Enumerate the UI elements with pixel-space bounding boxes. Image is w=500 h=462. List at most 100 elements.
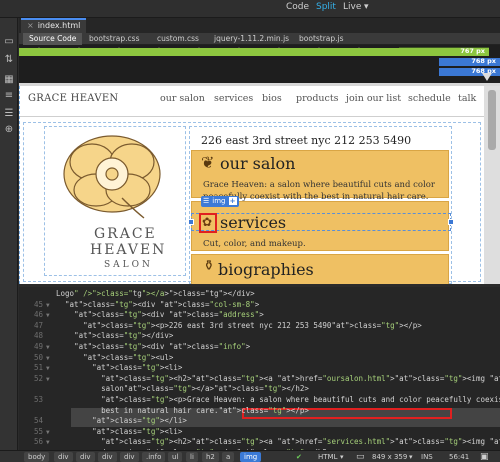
related-file-jquery[interactable]: jquery-1.11.2.min.js	[214, 34, 289, 43]
hud-menu-icon[interactable]: ☰	[203, 197, 209, 205]
insert-mode[interactable]: INS	[421, 452, 433, 462]
nav-schedule[interactable]: schedule	[408, 93, 451, 104]
breadcrumb-div-2[interactable]: div	[76, 452, 95, 462]
nav-divider	[20, 116, 484, 117]
related-file-bootstrap-js[interactable]: bootstrap.js	[299, 34, 344, 43]
code-view-button[interactable]: Code	[286, 2, 309, 12]
format-icon[interactable]: ≡	[3, 90, 15, 102]
hud-tag-label: img	[212, 197, 226, 205]
align-icon[interactable]: ☰	[3, 108, 15, 120]
line-number: 50	[33, 352, 43, 362]
code-line[interactable]: "at">class="tg"><h2>"at">class="tg"><a "…	[56, 374, 500, 383]
media-bar-768-a[interactable]: 768 px	[439, 57, 500, 66]
code-line[interactable]: best in natural hair care."at">class="tg…	[56, 406, 309, 415]
target-icon[interactable]: ⊕	[3, 124, 15, 136]
window-size[interactable]: 849 x 359	[372, 452, 407, 462]
panel-title-biographies[interactable]: biographies	[218, 260, 314, 279]
breadcrumb-h2[interactable]: h2	[202, 452, 219, 462]
fold-toggle-icon[interactable]: ▼	[46, 439, 50, 446]
nav-join-our-list[interactable]: join our list	[346, 93, 401, 104]
fold-toggle-icon[interactable]: ▼	[46, 312, 50, 319]
fold-toggle-icon[interactable]: ▼	[46, 344, 50, 351]
code-line[interactable]: "at">class="tg"><p>Grace Heaven: a salon…	[56, 395, 500, 404]
check-circle-icon: ✔	[296, 453, 302, 461]
panel-biographies[interactable]: ⚱ biographies	[191, 254, 449, 284]
panel-title-our-salon[interactable]: our salon	[220, 154, 295, 173]
line-number: 48	[33, 331, 43, 341]
line-number: 46	[33, 310, 43, 320]
fold-toggle-icon[interactable]: ▼	[46, 355, 50, 362]
breadcrumb-div-3[interactable]: div	[98, 452, 117, 462]
logo-text-heaven: HEAVEN	[90, 242, 167, 258]
nav-bios[interactable]: bios	[262, 93, 282, 104]
scrollbar-thumb[interactable]	[488, 90, 496, 150]
live-view-scrollbar[interactable]	[484, 86, 500, 284]
breadcrumb-div-1[interactable]: div	[54, 452, 73, 462]
line-number: 49	[33, 342, 43, 351]
code-line[interactable]: "at">class="tg"><div "at">class="address…	[56, 310, 264, 319]
breadcrumb-li[interactable]: li	[186, 452, 198, 462]
selected-image-highlight[interactable]: ✿	[199, 213, 217, 233]
preview-icon[interactable]: ▣	[480, 452, 489, 462]
related-file-bootstrap-css[interactable]: bootstrap.css	[89, 34, 140, 43]
sort-icon[interactable]: ⇅	[3, 54, 15, 66]
code-line[interactable]: "at">class="tg"><li>	[56, 427, 182, 436]
logo-text-grace: GRACE	[94, 226, 157, 242]
live-view-button[interactable]: Live	[343, 2, 361, 12]
nav-products[interactable]: products	[296, 93, 339, 104]
salon-ornament-icon: ❦	[201, 153, 215, 172]
left-handle-icon[interactable]	[188, 219, 194, 225]
close-tab-icon[interactable]: ×	[27, 21, 34, 30]
breadcrumb-img[interactable]: img	[240, 452, 262, 462]
nav-talk[interactable]: talk	[458, 93, 476, 104]
brand-name[interactable]: GRACE HEAVEN	[28, 93, 119, 104]
fold-toggle-icon[interactable]: ▼	[46, 302, 50, 309]
breadcrumb-a[interactable]: a	[222, 452, 235, 462]
viewport-icon[interactable]: ▭	[356, 452, 365, 462]
related-file-custom-css[interactable]: custom.css	[157, 34, 199, 43]
address-text: 226 east 3rd street nyc 212 253 5490	[201, 134, 412, 147]
live-view[interactable]: GRACE HEAVEN our salon services bios pro…	[19, 86, 484, 284]
salon-logo[interactable]: GRACE HEAVEN SALON	[52, 128, 172, 278]
language-dropdown-chevron-icon[interactable]: ▾	[340, 452, 344, 462]
code-view[interactable]: Logo" />">class="tg"></a>">class="tg"></…	[19, 287, 500, 450]
related-files-bar: Source Code bootstrap.css custom.css jqu…	[19, 33, 500, 45]
hud-add-icon[interactable]: +	[228, 197, 237, 205]
viewport-handle-icon[interactable]	[482, 73, 492, 81]
code-line[interactable]: "at">class="tg"><p>226 east 3rd street n…	[56, 321, 422, 330]
services-ornament-icon: ✿	[202, 215, 213, 229]
panel-text-our-salon: Grace Heaven: a salon where beautiful cu…	[203, 180, 435, 202]
element-hud[interactable]: ☰ img +	[201, 196, 239, 207]
tab-index-html[interactable]: × index.html	[21, 18, 87, 33]
grid-icon[interactable]: ▦	[3, 74, 15, 86]
code-line[interactable]: Logo" />">class="tg"></a>">class="tg"></…	[56, 289, 255, 298]
code-line[interactable]: "at">class="tg"><div "at">class="info">	[56, 342, 250, 351]
fold-toggle-icon[interactable]: ▼	[46, 429, 50, 436]
nav-our-salon[interactable]: our salon	[160, 93, 205, 104]
code-line[interactable]: salon"at">class="tg"></a>"at">class="tg"…	[56, 384, 309, 393]
related-file-source-code[interactable]: Source Code	[23, 33, 83, 45]
breadcrumb-info[interactable]: .info	[142, 452, 166, 462]
live-dropdown-chevron-icon[interactable]: ▾	[364, 2, 369, 12]
code-line[interactable]: "at">class="tg"><li>	[56, 363, 182, 372]
fold-toggle-icon[interactable]: ▼	[46, 376, 50, 383]
media-bar-767[interactable]: 767 px	[19, 47, 489, 56]
language-mode[interactable]: HTML	[318, 452, 337, 462]
breadcrumb-ul[interactable]: ul	[168, 452, 183, 462]
breadcrumb-body[interactable]: body	[24, 452, 50, 462]
line-number: 45	[33, 299, 43, 309]
split-view-button[interactable]: Split	[316, 2, 336, 12]
file-icon[interactable]: ▭	[3, 36, 15, 48]
code-line[interactable]: "at">class="tg"><ul>	[56, 353, 173, 362]
code-line[interactable]: "at">class="tg"><h2>"at">class="tg"><a "…	[56, 437, 500, 446]
size-dropdown-chevron-icon[interactable]: ▾	[409, 452, 413, 462]
code-line[interactable]: "at">class="tg"></div>	[56, 331, 173, 340]
breadcrumb-div-4[interactable]: div	[120, 452, 139, 462]
code-line[interactable]: "at">class="tg"></li>	[56, 416, 187, 425]
panel-our-salon[interactable]: ❦ our salon Grace Heaven: a salon where …	[191, 150, 449, 202]
panel-text-services: Cut, color, and makeup.	[203, 239, 306, 249]
fold-toggle-icon[interactable]: ▼	[46, 365, 50, 372]
nav-services[interactable]: services	[214, 93, 253, 104]
right-handle-icon[interactable]	[448, 219, 454, 225]
code-line[interactable]: "at">class="tg"><div "at">class="col-sm-…	[56, 300, 259, 309]
